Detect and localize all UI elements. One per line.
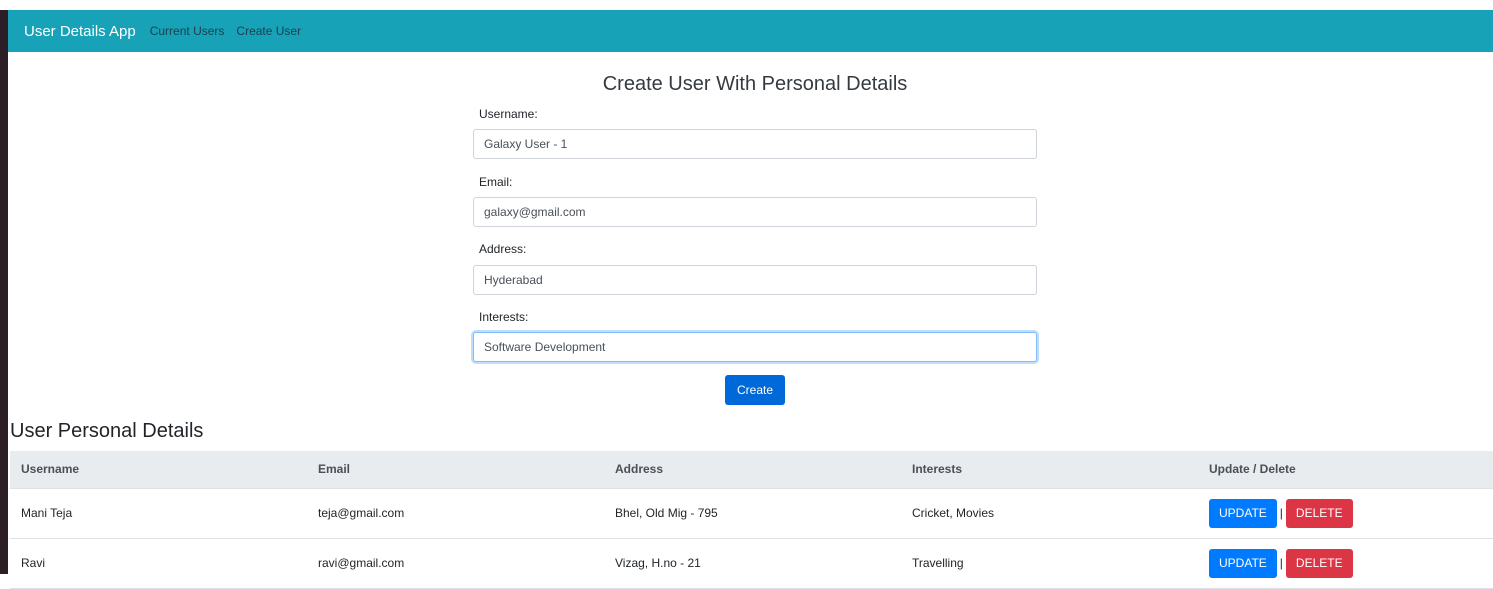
cell-username: Ravi	[10, 538, 307, 589]
cell-address: Vizag, H.no - 21	[604, 538, 901, 589]
username-label: Username:	[479, 107, 538, 121]
cell-interests: Cricket, Movies	[901, 488, 1198, 539]
action-separator: |	[1279, 506, 1283, 520]
interests-label: Interests:	[479, 310, 529, 324]
delete-button[interactable]: DELETE	[1285, 548, 1353, 578]
navbar-brand[interactable]: User Details App	[24, 23, 136, 40]
email-input[interactable]	[473, 197, 1037, 227]
delete-button[interactable]: DELETE	[1285, 498, 1353, 528]
update-button[interactable]: UPDATE	[1209, 498, 1277, 528]
table-title: User Personal Details	[10, 420, 204, 442]
create-button[interactable]: Create	[725, 375, 785, 405]
cell-address: Bhel, Old Mig - 795	[604, 488, 901, 539]
action-separator: |	[1279, 556, 1283, 570]
cell-interests: Travelling	[901, 538, 1198, 589]
header-username: Username	[10, 451, 307, 489]
header-address: Address	[604, 451, 901, 489]
cell-username: Mani Teja	[10, 488, 307, 539]
form-title: Create User With Personal Details	[602, 73, 908, 95]
username-input[interactable]	[473, 129, 1037, 159]
header-email: Email	[307, 451, 604, 489]
table-row: Mani Teja teja@gmail.com Bhel, Old Mig -…	[10, 488, 1493, 539]
cell-actions: UPDATE | DELETE	[1198, 488, 1493, 539]
nav-link-current-users[interactable]: Current Users	[150, 24, 225, 38]
cell-email: ravi@gmail.com	[307, 538, 604, 589]
header-interests: Interests	[901, 451, 1198, 489]
header-actions: Update / Delete	[1198, 451, 1493, 489]
address-label: Address:	[479, 242, 527, 256]
cell-email: teja@gmail.com	[307, 488, 604, 539]
address-input[interactable]	[473, 265, 1037, 295]
update-button[interactable]: UPDATE	[1209, 548, 1277, 578]
navbar: User Details App Current Users Create Us…	[8, 10, 1493, 52]
cell-actions: UPDATE | DELETE	[1198, 538, 1493, 589]
table-row: Ravi ravi@gmail.com Vizag, H.no - 21 Tra…	[10, 538, 1493, 589]
table-header-row: Username Email Address Interests Update …	[10, 451, 1493, 489]
left-window-edge	[0, 10, 8, 574]
user-table: Username Email Address Interests Update …	[10, 451, 1493, 589]
email-label: Email:	[479, 175, 513, 189]
interests-input[interactable]	[473, 332, 1037, 362]
top-strip	[0, 0, 1493, 10]
nav-link-create-user[interactable]: Create User	[236, 24, 301, 38]
